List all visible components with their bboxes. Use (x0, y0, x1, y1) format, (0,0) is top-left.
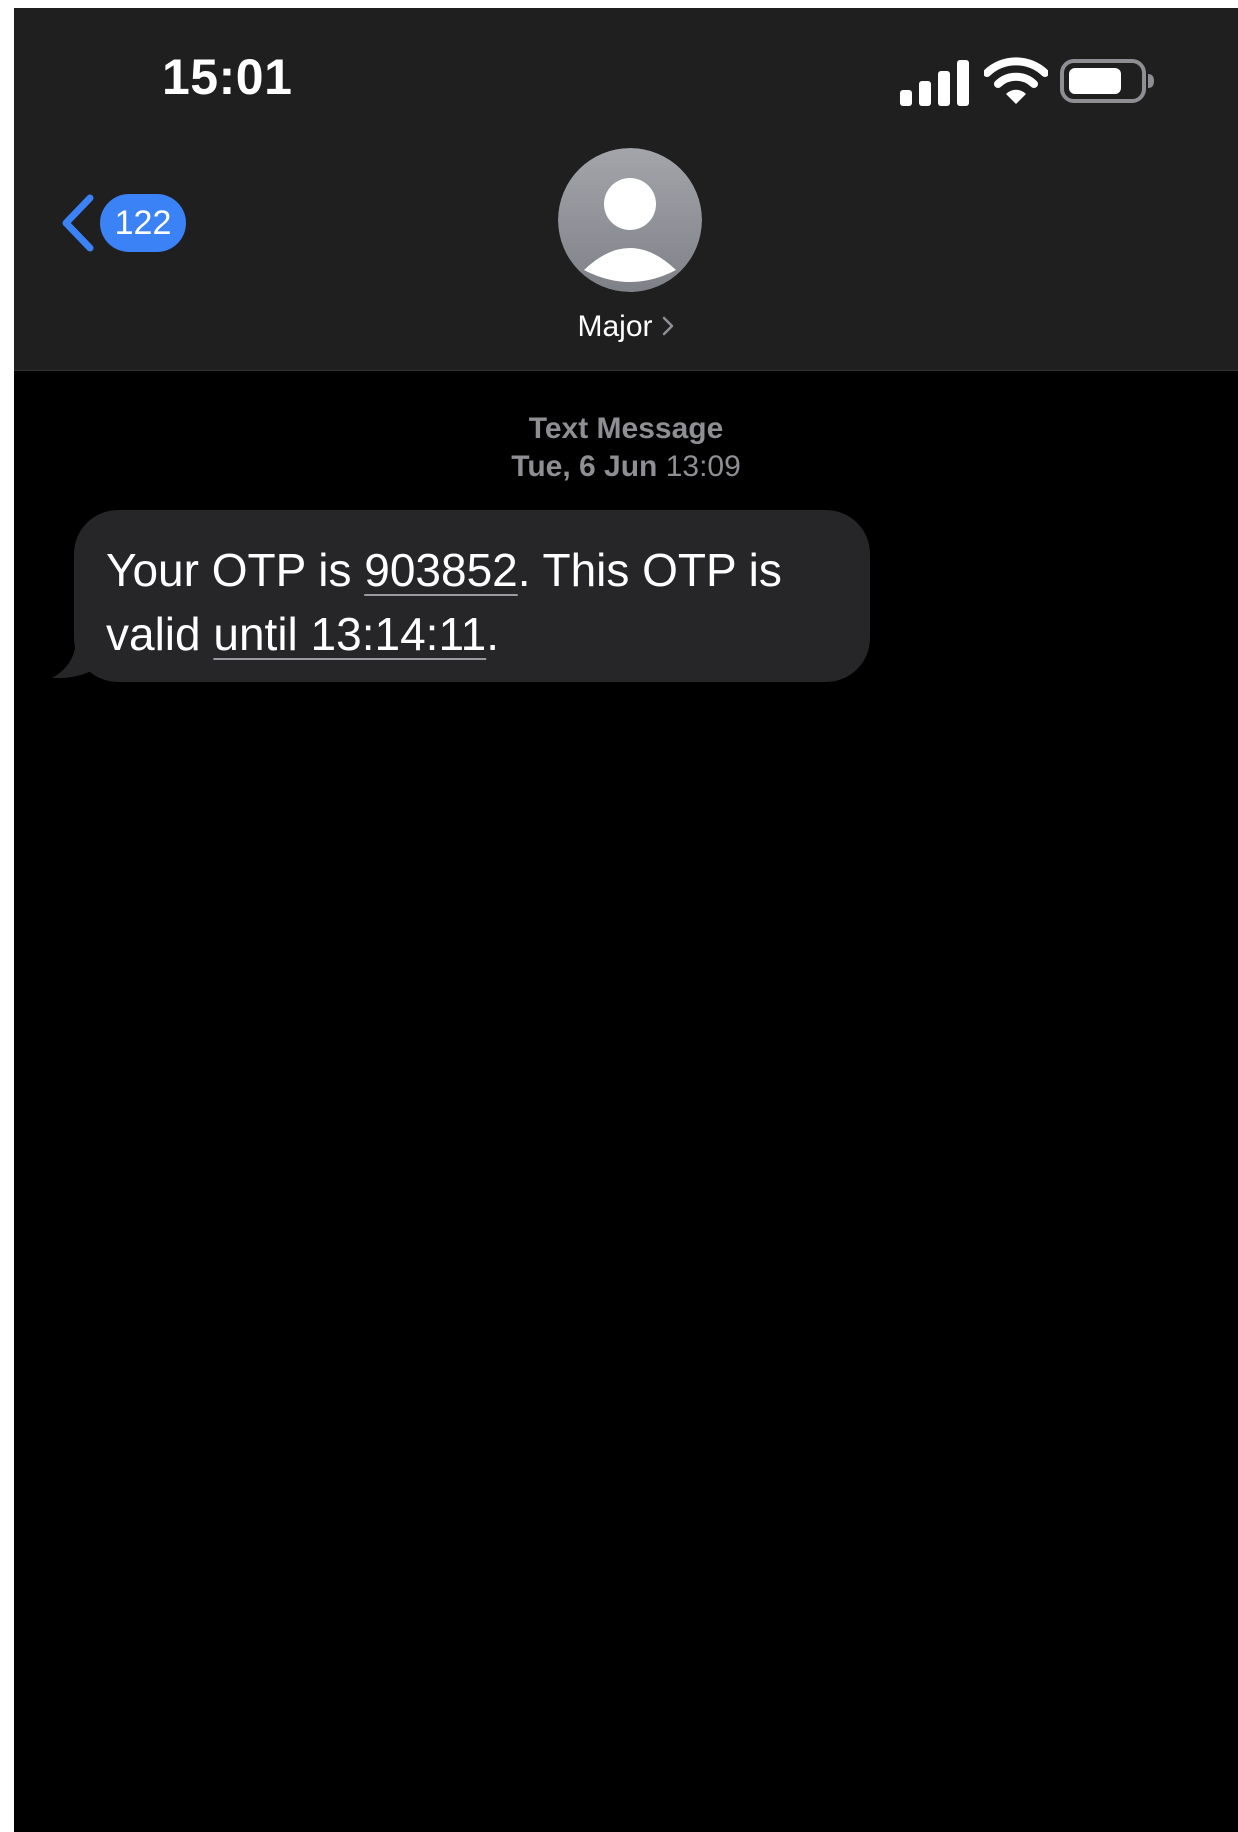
message-bubble[interactable]: Your OTP is 903852. This OTP is valid unt… (74, 510, 870, 682)
message-text: . (486, 608, 499, 660)
battery-icon (1060, 59, 1154, 103)
message-date: Tue, 6 Jun (511, 450, 658, 483)
unread-count-badge: 122 (100, 194, 186, 252)
contact-avatar[interactable] (558, 148, 702, 292)
contact-name: Major (577, 310, 653, 343)
message-kind-label: Text Message (528, 412, 724, 445)
otp-code-link[interactable]: 903852 (364, 544, 518, 596)
message-timestamp: Tue, 6 Jun 13:09 (14, 450, 1238, 484)
conversation-header: 15:01 122 Major (14, 8, 1238, 371)
person-silhouette-icon (558, 148, 702, 292)
back-button[interactable]: 122 (58, 188, 186, 258)
message-text: valid (106, 608, 214, 660)
contact-name-button[interactable]: Major (14, 310, 1238, 344)
wifi-icon (984, 57, 1048, 104)
message-text: . This OTP is (517, 544, 782, 596)
cellular-signal-icon (900, 60, 969, 106)
chevron-right-icon (662, 316, 673, 336)
time-link[interactable]: until 13:14:11 (213, 608, 486, 660)
message-text: Your OTP is (106, 544, 365, 596)
status-time: 15:01 (162, 49, 293, 105)
message-time: 13:09 (665, 450, 741, 483)
chevron-left-icon (62, 194, 94, 252)
messages-screen: 15:01 122 Major Text Message Tue, 6 Jun … (14, 8, 1238, 1832)
